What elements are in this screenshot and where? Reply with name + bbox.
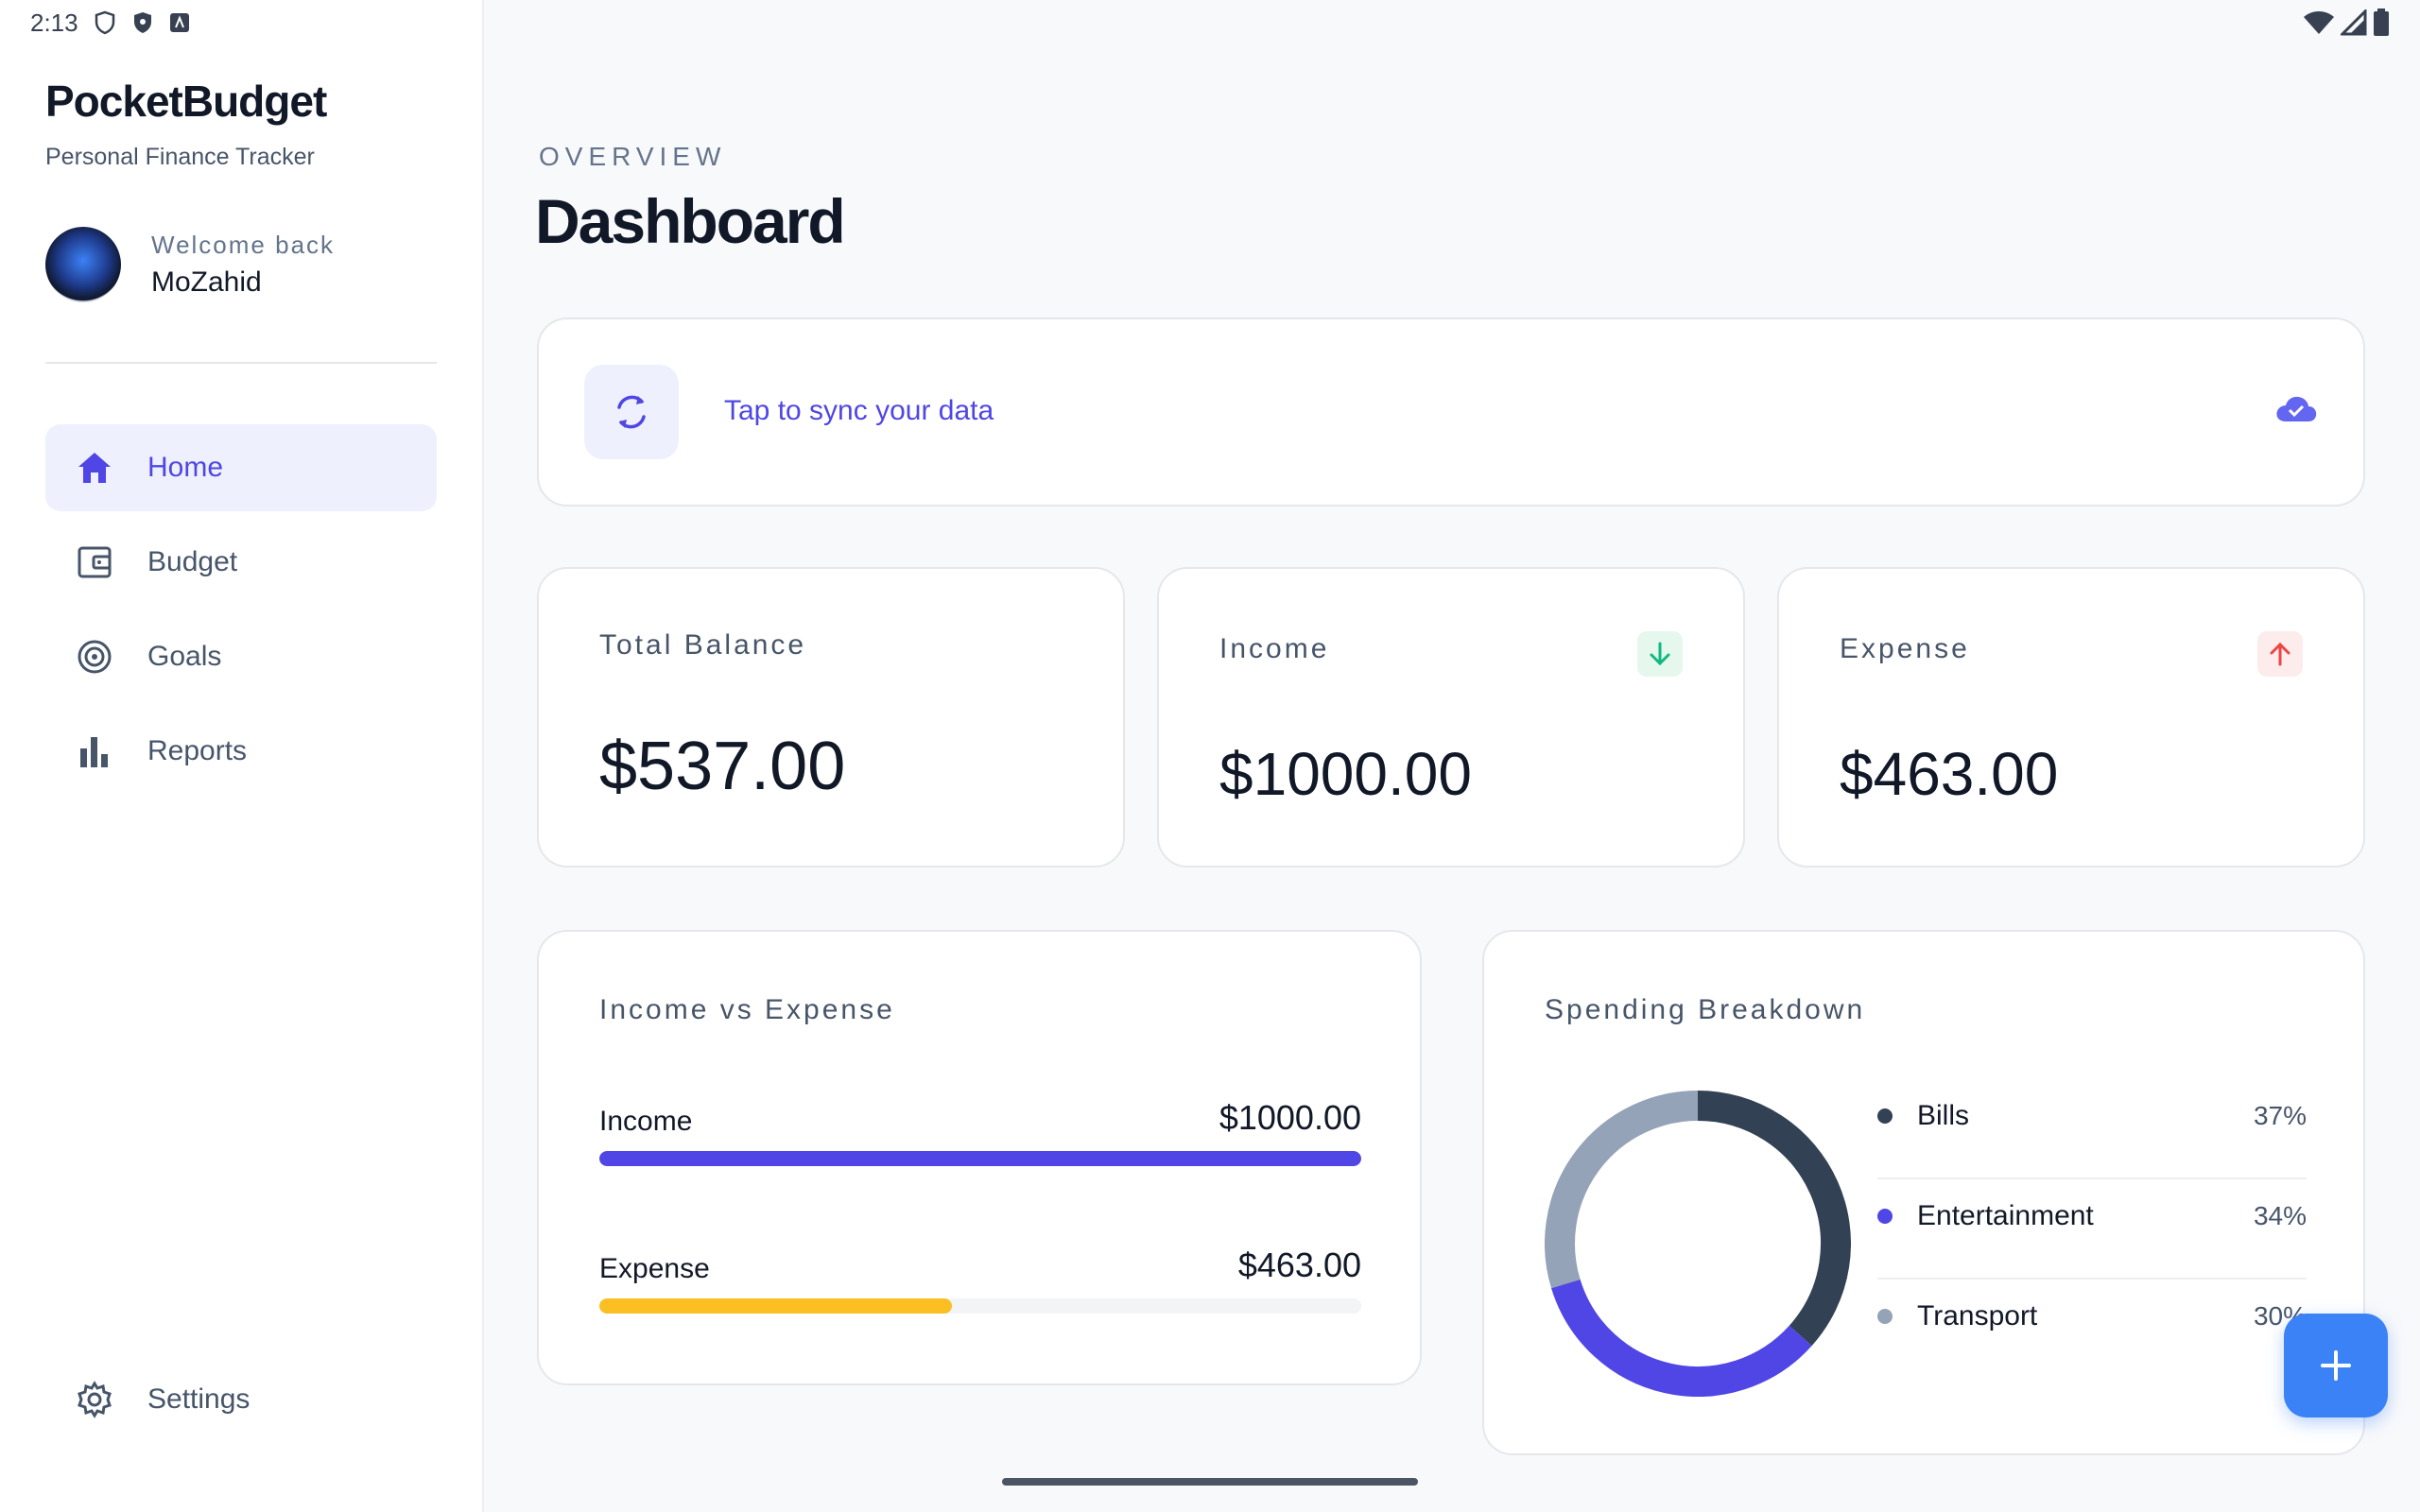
income-bar-row: Income $1000.00: [599, 1098, 1361, 1166]
app-title: PocketBudget: [45, 77, 327, 126]
shield-icon: [133, 12, 151, 33]
legend-item-transport: Transport 30%: [1877, 1266, 2307, 1366]
bar-label: Income: [599, 1106, 693, 1137]
expense-bar-row: Expense $463.00: [599, 1246, 1361, 1314]
arrow-up-icon: [2257, 631, 2303, 677]
cloud-check-icon: [2274, 393, 2318, 428]
plus-icon: [2321, 1350, 2351, 1381]
sidebar-item-label: Settings: [147, 1383, 251, 1415]
sidebar-item-label: Reports: [147, 735, 248, 766]
income-card: Income $1000.00: [1157, 567, 1745, 868]
progress-track: [599, 1298, 1361, 1314]
legend-percent: 37%: [2253, 1101, 2307, 1130]
legend-label: Transport: [1917, 1300, 2038, 1332]
total-balance-label: Total Balance: [599, 629, 807, 661]
legend-dot: [1877, 1108, 1893, 1124]
app-subtitle: Personal Finance Tracker: [45, 144, 315, 170]
add-transaction-button[interactable]: [2284, 1314, 2388, 1418]
battery-icon: [2374, 9, 2389, 36]
bar-amount: $463.00: [1237, 1246, 1361, 1284]
app-notification-icon: [169, 13, 189, 32]
sync-icon: [584, 365, 679, 459]
progress-track: [599, 1151, 1361, 1166]
income-label: Income: [1219, 633, 1330, 664]
status-time: 2:13: [30, 8, 78, 37]
sidebar-item-reports[interactable]: Reports: [45, 708, 437, 795]
legend-label: Bills: [1917, 1100, 1970, 1131]
shield-outline-icon: [95, 10, 114, 35]
legend-item-bills: Bills 37%: [1877, 1066, 2307, 1166]
sync-card[interactable]: Tap to sync your data: [537, 318, 2365, 507]
sidebar-divider: [45, 362, 437, 364]
bar-amount: $1000.00: [1219, 1098, 1361, 1137]
sidebar-item-home[interactable]: Home: [45, 424, 437, 511]
sync-text: Tap to sync your data: [724, 395, 994, 426]
page-title: Dashboard: [535, 186, 846, 256]
expense-card: Expense $463.00: [1777, 567, 2365, 868]
sidebar-item-label: Goals: [147, 641, 222, 672]
expense-value: $463.00: [1840, 740, 2059, 808]
signal-icon: [2341, 9, 2367, 36]
donut-segment-transport: [1545, 1091, 1699, 1289]
income-vs-expense-card: Income vs Expense Income $1000.00 Expens…: [537, 930, 1422, 1385]
sidebar-item-label: Home: [147, 452, 224, 483]
target-icon: [76, 638, 113, 676]
sidebar: PocketBudget Personal Finance Tracker We…: [0, 0, 484, 1512]
expense-progress-fill: [599, 1298, 953, 1314]
user-name: MoZahid: [151, 266, 262, 298]
page-eyebrow: OVERVIEW: [539, 142, 727, 171]
spending-breakdown-card: Spending Breakdown Bills 37% Entertainme…: [1482, 930, 2365, 1455]
donut-segment-bills: [1697, 1091, 1851, 1347]
total-balance-value: $537.00: [599, 729, 846, 804]
sidebar-item-label: Budget: [147, 546, 238, 577]
donut-segment-entertainment: [1551, 1279, 1812, 1397]
total-balance-card: Total Balance $537.00: [537, 567, 1125, 868]
sidebar-item-settings[interactable]: Settings: [45, 1356, 437, 1443]
legend-dot: [1877, 1309, 1893, 1324]
home-indicator[interactable]: [1002, 1478, 1418, 1486]
legend-label: Entertainment: [1917, 1200, 2094, 1231]
income-value: $1000.00: [1219, 740, 1472, 808]
expense-label: Expense: [1840, 633, 1970, 664]
legend-percent: 34%: [2253, 1201, 2307, 1230]
sidebar-item-budget[interactable]: Budget: [45, 519, 437, 606]
arrow-down-icon: [1637, 631, 1683, 677]
bar-label: Expense: [599, 1253, 710, 1284]
status-bar: 2:13: [0, 0, 2420, 45]
gear-icon: [76, 1381, 113, 1418]
bar-chart-icon: [76, 732, 113, 770]
wifi-icon: [2304, 11, 2334, 34]
home-icon: [76, 449, 113, 487]
sidebar-item-goals[interactable]: Goals: [45, 613, 437, 700]
legend-item-entertainment: Entertainment 34%: [1877, 1166, 2307, 1266]
avatar[interactable]: [45, 227, 121, 302]
legend-dot: [1877, 1209, 1893, 1224]
welcome-label: Welcome back: [151, 231, 336, 259]
section-title: Income vs Expense: [599, 994, 895, 1025]
wallet-icon: [76, 543, 113, 581]
spending-donut-chart: [1545, 1091, 1851, 1397]
income-progress-fill: [599, 1151, 1361, 1166]
section-title: Spending Breakdown: [1545, 994, 1866, 1025]
